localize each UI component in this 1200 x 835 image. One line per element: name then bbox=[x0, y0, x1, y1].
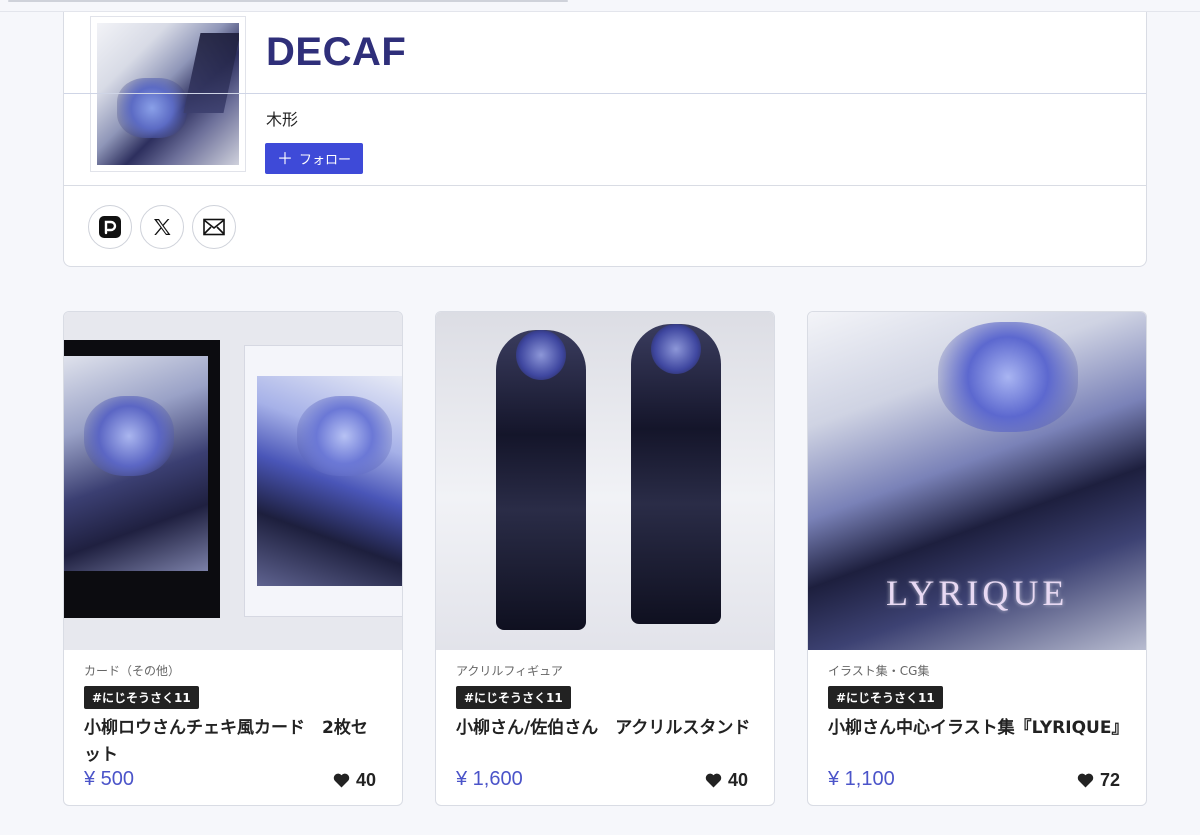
product-title[interactable]: 小柳さん中心イラスト集『LYRIQUE』 bbox=[828, 715, 1128, 742]
like-count[interactable]: 72 bbox=[1077, 770, 1120, 791]
product-info: カード（その他） #にじそうさく11 小柳ロウさんチェキ風カード 2枚セット bbox=[84, 662, 382, 769]
mail-link-button[interactable] bbox=[192, 205, 236, 249]
product-info: アクリルフィギュア #にじそうさく11 小柳さん/佐伯さん アクリルスタンド bbox=[456, 662, 754, 742]
polaroid-card-art bbox=[64, 340, 220, 618]
divider bbox=[64, 185, 1146, 186]
product-card[interactable]: カード（その他） #にじそうさく11 小柳ロウさんチェキ風カード 2枚セット ¥… bbox=[63, 311, 403, 806]
heart-icon bbox=[333, 773, 350, 788]
product-price: ¥ 1,600 bbox=[456, 768, 523, 790]
plus-icon: ＋ bbox=[276, 148, 293, 168]
like-count[interactable]: 40 bbox=[333, 770, 376, 791]
pixiv-icon bbox=[99, 216, 121, 238]
product-title[interactable]: 小柳さん/佐伯さん アクリルスタンド bbox=[456, 715, 754, 742]
product-tag[interactable]: #にじそうさく11 bbox=[456, 686, 571, 709]
photo-card-art bbox=[244, 345, 402, 617]
product-card[interactable]: LYRIQUE イラスト集・CG集 #にじそうさく11 小柳さん中心イラスト集『… bbox=[807, 311, 1147, 806]
divider bbox=[64, 93, 1146, 94]
top-bar-line bbox=[8, 0, 568, 2]
acrylic-figure bbox=[631, 324, 721, 624]
product-image[interactable] bbox=[436, 312, 774, 650]
pixiv-link-button[interactable] bbox=[88, 205, 132, 249]
product-card[interactable]: アクリルフィギュア #にじそうさく11 小柳さん/佐伯さん アクリルスタンド ¥… bbox=[435, 311, 775, 806]
x-link-button[interactable] bbox=[140, 205, 184, 249]
heart-icon bbox=[1077, 773, 1094, 788]
shop-profile-card: DECAF 木形 ＋ フォロー bbox=[63, 12, 1147, 267]
like-count-value: 72 bbox=[1099, 770, 1120, 790]
product-category: イラスト集・CG集 bbox=[828, 664, 930, 678]
like-count-value: 40 bbox=[355, 770, 376, 790]
owner-name[interactable]: 木形 bbox=[266, 106, 298, 130]
product-category: アクリルフィギュア bbox=[456, 664, 563, 678]
browser-top-bar bbox=[0, 0, 1200, 12]
follow-button[interactable]: ＋ フォロー bbox=[265, 143, 363, 174]
product-price: ¥ 500 bbox=[84, 768, 135, 790]
product-image[interactable]: LYRIQUE bbox=[808, 312, 1146, 650]
avatar-image bbox=[97, 23, 239, 165]
product-price: ¥ 1,100 bbox=[828, 768, 895, 790]
illustration bbox=[257, 376, 402, 586]
product-category: カード（その他） bbox=[84, 664, 181, 678]
mail-icon bbox=[203, 218, 225, 236]
shop-title[interactable]: DECAF bbox=[266, 30, 406, 75]
product-tag[interactable]: #にじそうさく11 bbox=[84, 686, 199, 709]
product-tag[interactable]: #にじそうさく11 bbox=[828, 686, 943, 709]
follow-button-label: フォロー bbox=[299, 153, 352, 168]
product-image[interactable] bbox=[64, 312, 402, 650]
heart-icon bbox=[705, 773, 722, 788]
like-count[interactable]: 40 bbox=[705, 770, 748, 791]
acrylic-figure bbox=[496, 330, 586, 630]
like-count-value: 40 bbox=[727, 770, 748, 790]
book-cover-title: LYRIQUE bbox=[886, 573, 1069, 613]
product-info: イラスト集・CG集 #にじそうさく11 小柳さん中心イラスト集『LYRIQUE』 bbox=[828, 662, 1128, 742]
product-title[interactable]: 小柳ロウさんチェキ風カード 2枚セット bbox=[84, 715, 382, 769]
illustration bbox=[64, 356, 208, 571]
x-icon bbox=[154, 219, 171, 235]
shop-avatar[interactable] bbox=[90, 16, 246, 172]
